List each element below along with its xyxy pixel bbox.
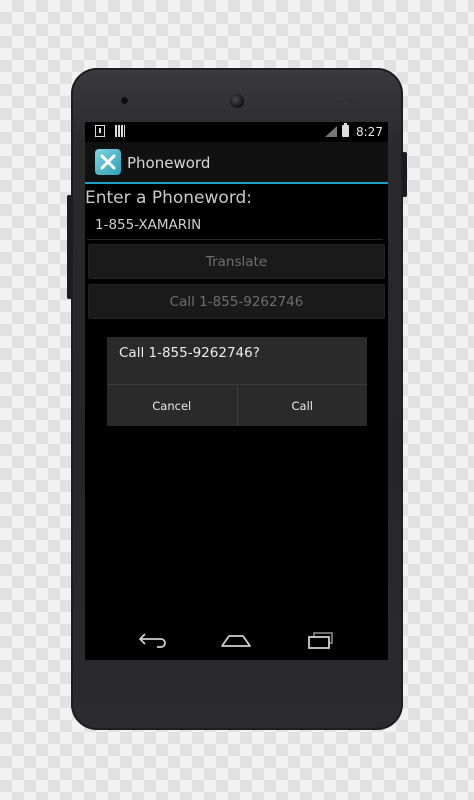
phone-screen: 8:27 Phoneword Enter a Phoneword: Transl…: [85, 122, 388, 660]
proximity-sensor: [337, 99, 341, 103]
translate-button[interactable]: Translate: [88, 244, 385, 279]
status-bar: 8:27: [85, 122, 388, 142]
battery-icon: [342, 123, 349, 137]
light-sensor: [349, 99, 353, 103]
front-camera: [121, 97, 128, 104]
earpiece-speaker: [230, 94, 244, 108]
status-time: 8:27: [356, 125, 383, 139]
call-confirm-dialog: Call 1-855-9262746? Cancel Call: [107, 337, 367, 426]
signal-icon: [325, 126, 337, 137]
dialog-message: Call 1-855-9262746?: [119, 345, 260, 361]
home-icon[interactable]: [218, 628, 254, 652]
call-button[interactable]: Call 1-855-9262746: [88, 284, 385, 319]
xamarin-app-icon: [95, 149, 121, 175]
dialog-call-button[interactable]: Call: [236, 385, 367, 426]
dialog-button-bar: Cancel Call: [107, 384, 367, 426]
sd-card-icon: [115, 125, 125, 137]
back-icon[interactable]: [135, 628, 171, 652]
dialog-cancel-button[interactable]: Cancel: [107, 385, 237, 426]
prompt-label: Enter a Phoneword:: [85, 188, 253, 208]
app-title: Phoneword: [127, 154, 211, 172]
navigation-bar: [85, 620, 388, 660]
phoneword-input[interactable]: [87, 210, 383, 240]
action-bar: Phoneword: [85, 142, 388, 184]
download-icon: [95, 125, 105, 137]
recent-apps-icon[interactable]: [303, 628, 339, 652]
